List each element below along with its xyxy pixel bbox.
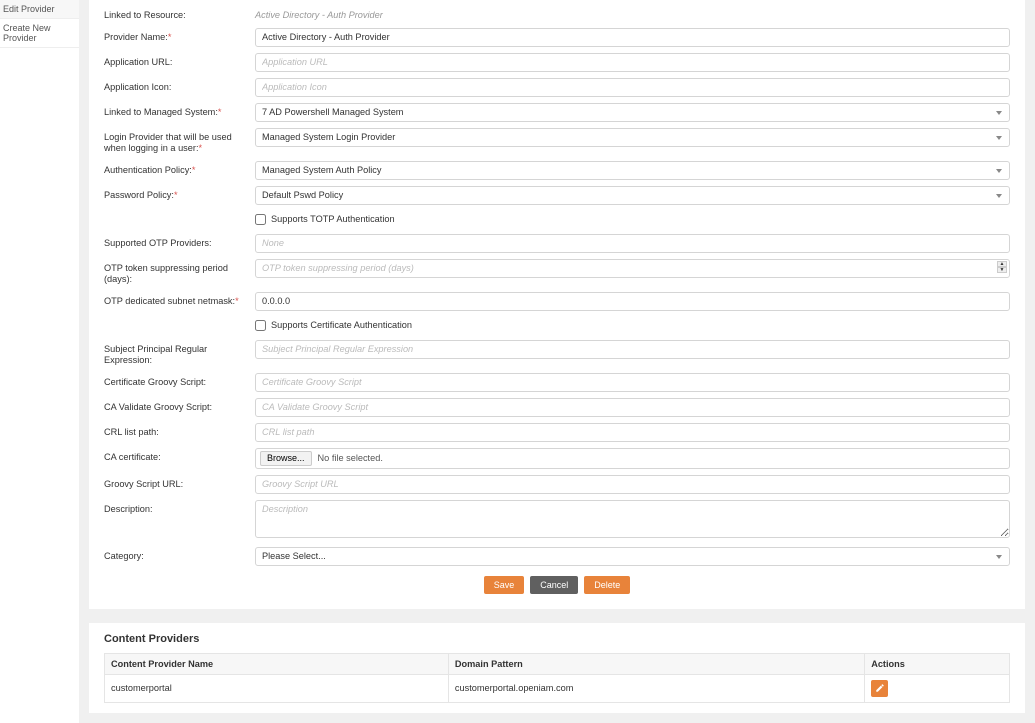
linked-managed-system-label: Linked to Managed System:* <box>104 103 255 119</box>
form-area: Linked to Resource: Active Directory - A… <box>89 0 1025 609</box>
button-row: Save Cancel Delete <box>104 576 1010 594</box>
sidebar-item-edit-provider[interactable]: Edit Provider <box>0 0 79 19</box>
delete-button[interactable]: Delete <box>584 576 630 594</box>
category-label: Category: <box>104 547 255 563</box>
application-icon-label: Application Icon: <box>104 78 255 94</box>
content-providers-table: Content Provider Name Domain Pattern Act… <box>104 653 1010 703</box>
ca-certificate-label: CA certificate: <box>104 448 255 464</box>
otp-subnet-input[interactable] <box>255 292 1010 311</box>
auth-policy-select[interactable]: Managed System Auth Policy <box>255 161 1010 180</box>
supports-totp-checkbox[interactable] <box>255 214 266 225</box>
application-icon-input[interactable] <box>255 78 1010 97</box>
cell-name: customerportal <box>105 674 449 702</box>
category-select[interactable]: Please Select... <box>255 547 1010 566</box>
supports-totp-label: Supports TOTP Authentication <box>271 214 395 224</box>
main-content: Linked to Resource: Active Directory - A… <box>79 0 1035 723</box>
ca-validate-label: CA Validate Groovy Script: <box>104 398 255 414</box>
cell-domain: customerportal.openiam.com <box>448 674 864 702</box>
ca-validate-input[interactable] <box>255 398 1010 417</box>
groovy-url-input[interactable] <box>255 475 1010 494</box>
supports-cert-auth-checkbox[interactable] <box>255 320 266 331</box>
description-label: Description: <box>104 500 255 516</box>
auth-policy-label: Authentication Policy:* <box>104 161 255 177</box>
cancel-button[interactable]: Cancel <box>530 576 578 594</box>
save-button[interactable]: Save <box>484 576 525 594</box>
otp-suppress-label: OTP token suppressing period (days): <box>104 259 255 286</box>
login-provider-select[interactable]: Managed System Login Provider <box>255 128 1010 147</box>
otp-providers-input[interactable] <box>255 234 1010 253</box>
provider-name-label: Provider Name:* <box>104 28 255 44</box>
content-providers-section: Content Providers Content Provider Name … <box>89 623 1025 713</box>
supports-cert-auth-label: Supports Certificate Authentication <box>271 320 412 330</box>
crl-path-label: CRL list path: <box>104 423 255 439</box>
linked-resource-label: Linked to Resource: <box>104 6 255 22</box>
provider-name-input[interactable] <box>255 28 1010 47</box>
application-url-label: Application URL: <box>104 53 255 69</box>
password-policy-label: Password Policy:* <box>104 186 255 202</box>
browse-button[interactable]: Browse... <box>260 451 312 466</box>
cert-groovy-input[interactable] <box>255 373 1010 392</box>
otp-providers-label: Supported OTP Providers: <box>104 234 255 250</box>
col-actions: Actions <box>865 653 1010 674</box>
ca-certificate-file-wrap: Browse... No file selected. <box>255 448 1010 469</box>
no-file-selected-text: No file selected. <box>318 453 383 463</box>
crl-path-input[interactable] <box>255 423 1010 442</box>
sidebar-item-create-new-provider[interactable]: Create New Provider <box>0 19 79 48</box>
col-domain: Domain Pattern <box>448 653 864 674</box>
groovy-url-label: Groovy Script URL: <box>104 475 255 491</box>
content-providers-title: Content Providers <box>104 633 1010 645</box>
cert-groovy-label: Certificate Groovy Script: <box>104 373 255 389</box>
password-policy-select[interactable]: Default Pswd Policy <box>255 186 1010 205</box>
application-url-input[interactable] <box>255 53 1010 72</box>
edit-action-button[interactable] <box>871 680 888 697</box>
col-name: Content Provider Name <box>105 653 449 674</box>
pencil-icon <box>875 683 885 693</box>
linked-resource-value: Active Directory - Auth Provider <box>255 6 1010 20</box>
linked-managed-system-select[interactable]: 7 AD Powershell Managed System <box>255 103 1010 122</box>
otp-subnet-label: OTP dedicated subnet netmask:* <box>104 292 255 308</box>
number-spinner[interactable]: ▲▼ <box>997 261 1007 273</box>
subject-regex-label: Subject Principal Regular Expression: <box>104 340 255 367</box>
subject-regex-input[interactable] <box>255 340 1010 359</box>
sidebar: Edit Provider Create New Provider <box>0 0 79 723</box>
login-provider-label: Login Provider that will be used when lo… <box>104 128 255 155</box>
description-textarea[interactable] <box>255 500 1010 538</box>
table-row: customerportal customerportal.openiam.co… <box>105 674 1010 702</box>
otp-suppress-input[interactable] <box>255 259 1010 278</box>
